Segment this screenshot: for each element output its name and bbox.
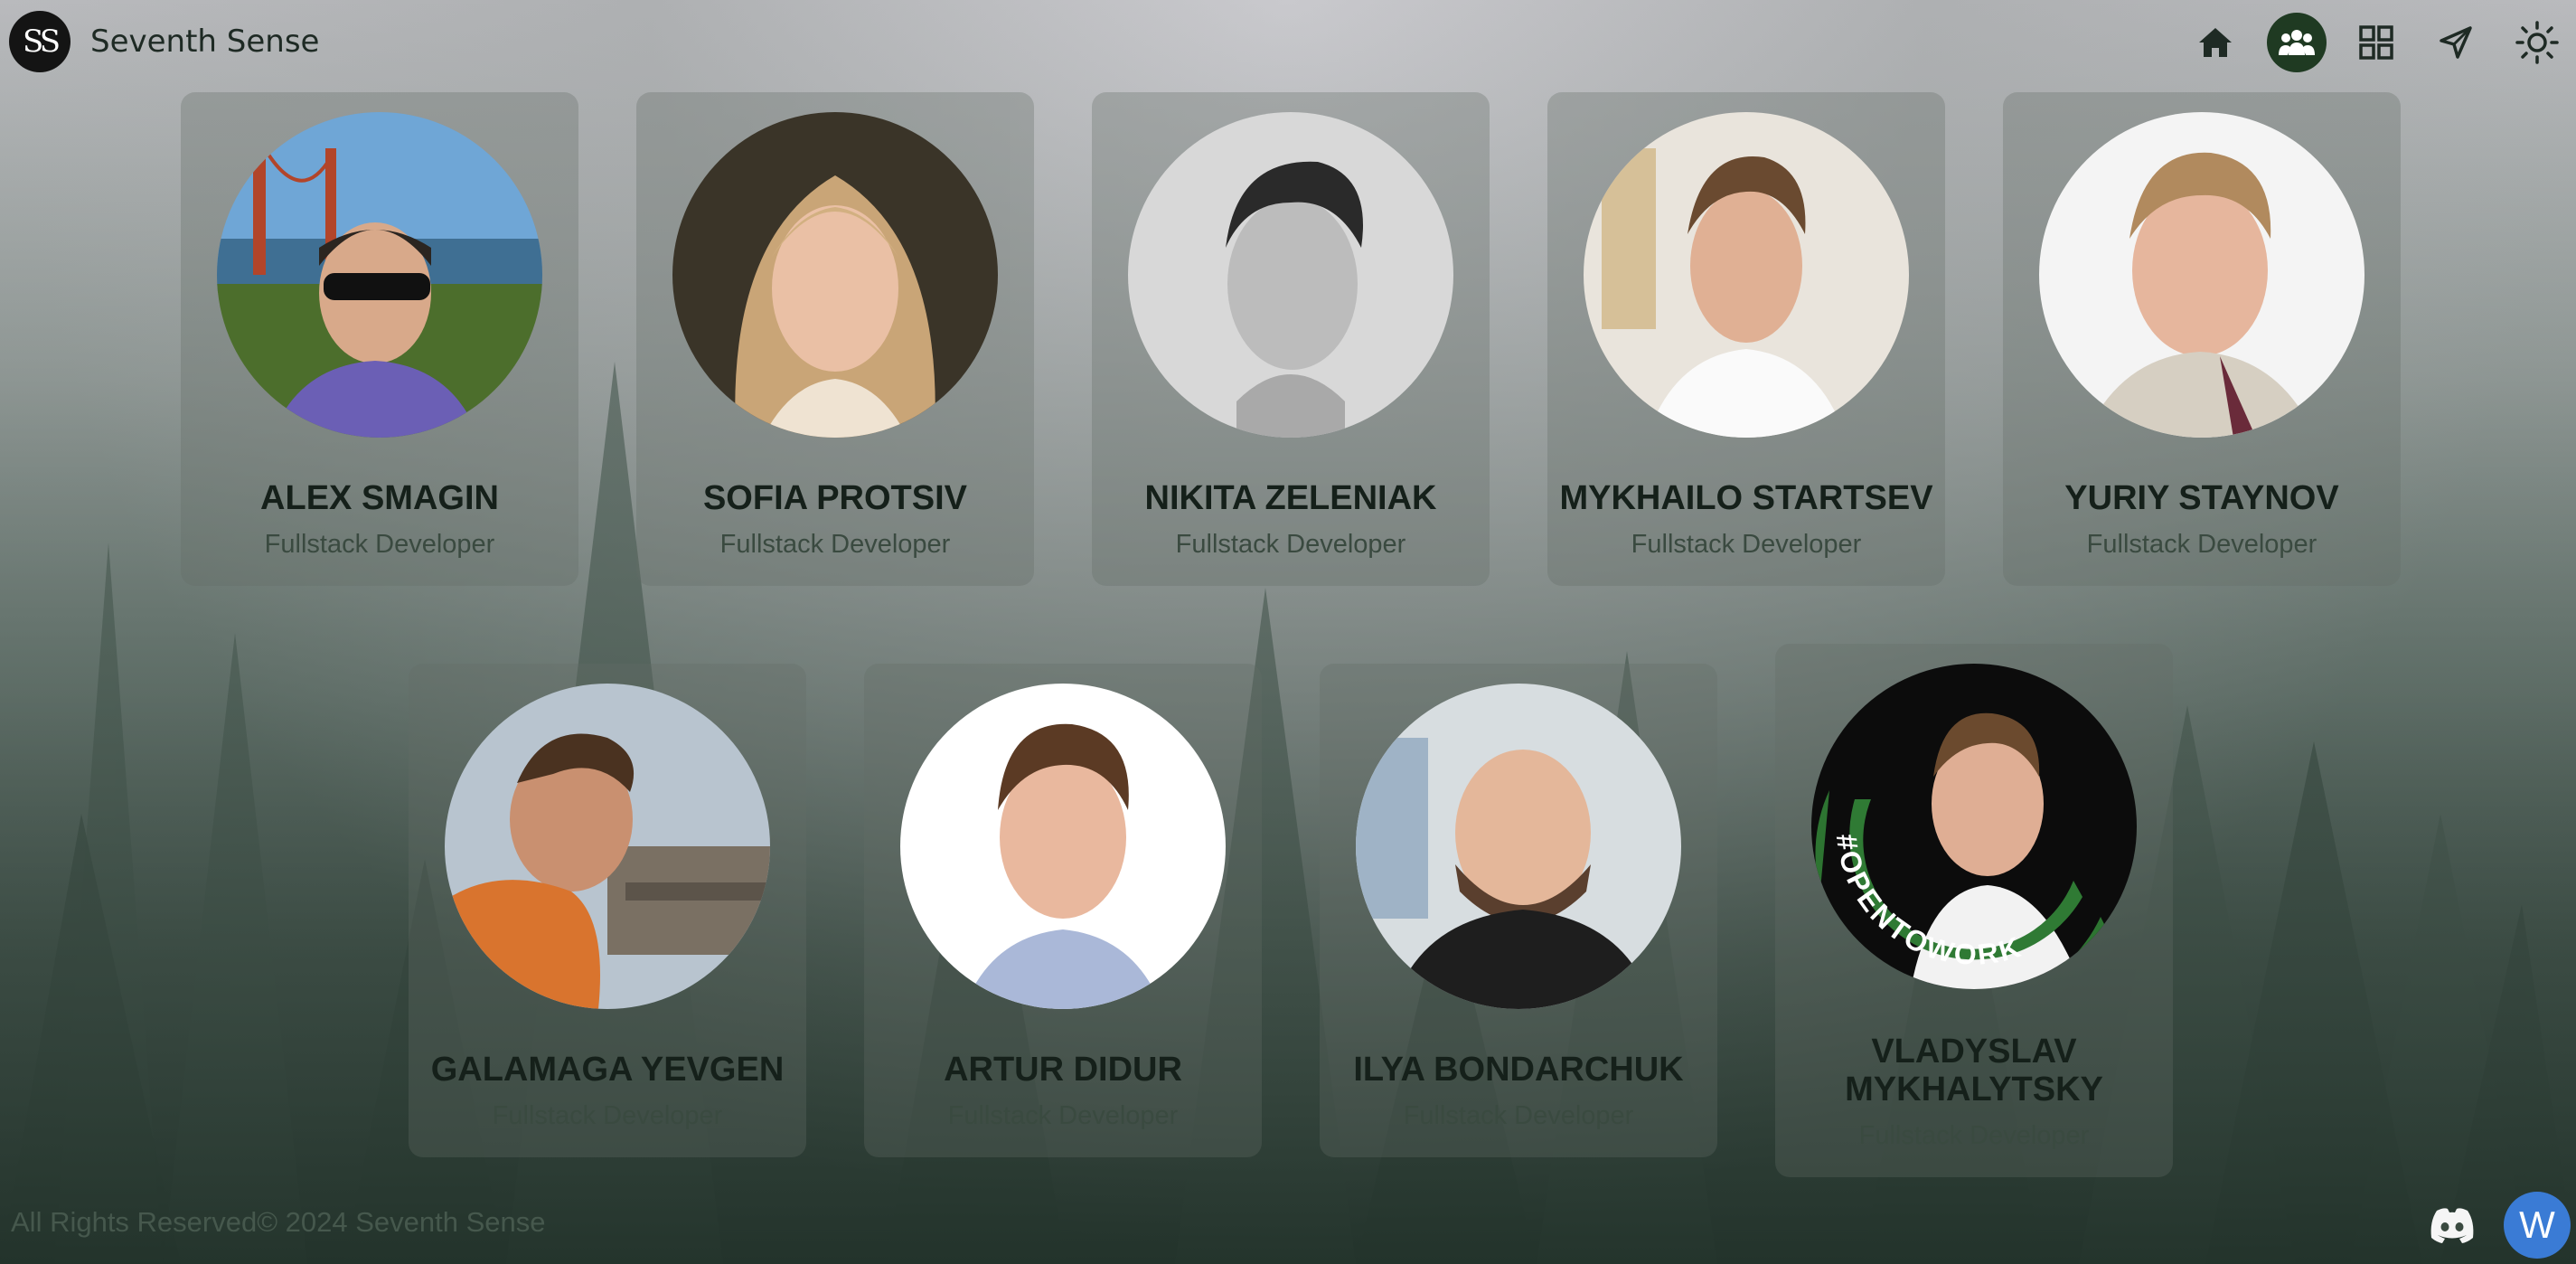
member-role: Fullstack Developer	[1631, 530, 1862, 559]
avatar	[1128, 112, 1453, 438]
team-card[interactable]: ILYA BONDARCHUK Fullstack Developer	[1320, 664, 1717, 1157]
member-name: SOFIA PROTSIV	[702, 479, 968, 517]
member-name: MYKHAILO STARTSEV	[1559, 479, 1933, 517]
team-card[interactable]: YURIY STAYNOV Fullstack Developer	[2003, 92, 2401, 586]
nav-team-button[interactable]	[2267, 13, 2327, 72]
send-icon	[2440, 26, 2472, 59]
home-icon	[2199, 28, 2232, 57]
team-card[interactable]: ALEX SMAGIN Fullstack Developer	[181, 92, 578, 586]
home-nav-button[interactable]	[1240, 11, 1300, 71]
team-card[interactable]: NIKITA ZELENIAK Fullstack Developer	[1092, 92, 1490, 586]
team-card[interactable]: #OPENTOWORK VLADYSLAV MYKHALYTSKY Fullst…	[1775, 644, 2173, 1177]
member-name-line2: MYKHALYTSKY	[1845, 1071, 2103, 1108]
team-card[interactable]: SOFIA PROTSIV Fullstack Developer	[636, 92, 1034, 586]
team-icon	[2279, 30, 2315, 55]
sun-icon	[2515, 21, 2559, 64]
nav-grid-button[interactable]	[2346, 13, 2406, 72]
avatar	[900, 684, 1226, 1009]
member-name-line1: VLADYSLAV	[1871, 1033, 2077, 1071]
member-role: Fullstack Developer	[2086, 530, 2317, 559]
member-name: NIKITA ZELENIAK	[1144, 479, 1437, 517]
member-name: ALEX SMAGIN	[260, 479, 499, 517]
team-card[interactable]: ARTUR DIDUR Fullstack Developer	[864, 664, 1262, 1157]
svg-text:#OPENTOWORK: #OPENTOWORK	[1830, 832, 2027, 971]
member-role: Fullstack Developer	[1175, 530, 1406, 559]
avatar	[217, 112, 542, 438]
member-role: Fullstack Developer	[719, 530, 951, 559]
nav-home-button[interactable]	[2186, 13, 2245, 72]
discord-icon	[2430, 1208, 2474, 1243]
member-role: Fullstack Developer	[264, 530, 495, 559]
member-role: Fullstack Developer	[947, 1101, 1179, 1130]
avatar	[2039, 112, 2364, 438]
widget-label: W	[2519, 1203, 2555, 1246]
member-name: ARTUR DIDUR	[944, 1051, 1182, 1089]
team-card[interactable]: GALAMAGA YEVGEN Fullstack Developer	[409, 664, 806, 1157]
member-name: ILYA BONDARCHUK	[1353, 1051, 1684, 1089]
logo[interactable]: SS	[9, 11, 71, 72]
team-card[interactable]: MYKHAILO STARTSEV Fullstack Developer	[1547, 92, 1945, 586]
avatar	[1584, 112, 1909, 438]
discord-link[interactable]	[2428, 1207, 2477, 1243]
brand-name[interactable]: Seventh Sense	[90, 24, 319, 60]
avatar	[1356, 684, 1681, 1009]
member-role: Fullstack Developer	[1858, 1121, 2090, 1150]
avatar	[445, 684, 770, 1009]
member-name: GALAMAGA YEVGEN	[430, 1051, 785, 1089]
grid-icon	[2359, 25, 2393, 60]
widget-button[interactable]: W	[2504, 1192, 2571, 1259]
opentowork-text: #OPENTOWORK	[1830, 832, 2025, 971]
avatar	[672, 112, 998, 438]
nav-send-button[interactable]	[2426, 13, 2486, 72]
nav-theme-button[interactable]	[2507, 13, 2567, 72]
copyright: All Rights Reserved© 2024 Seventh Sense	[11, 1206, 546, 1238]
member-role: Fullstack Developer	[492, 1101, 723, 1130]
opentowork-badge: #OPENTOWORK	[1830, 832, 2027, 971]
member-name: YURIY STAYNOV	[2064, 479, 2339, 517]
member-role: Fullstack Developer	[1403, 1101, 1634, 1130]
logo-text: SS	[23, 24, 61, 60]
